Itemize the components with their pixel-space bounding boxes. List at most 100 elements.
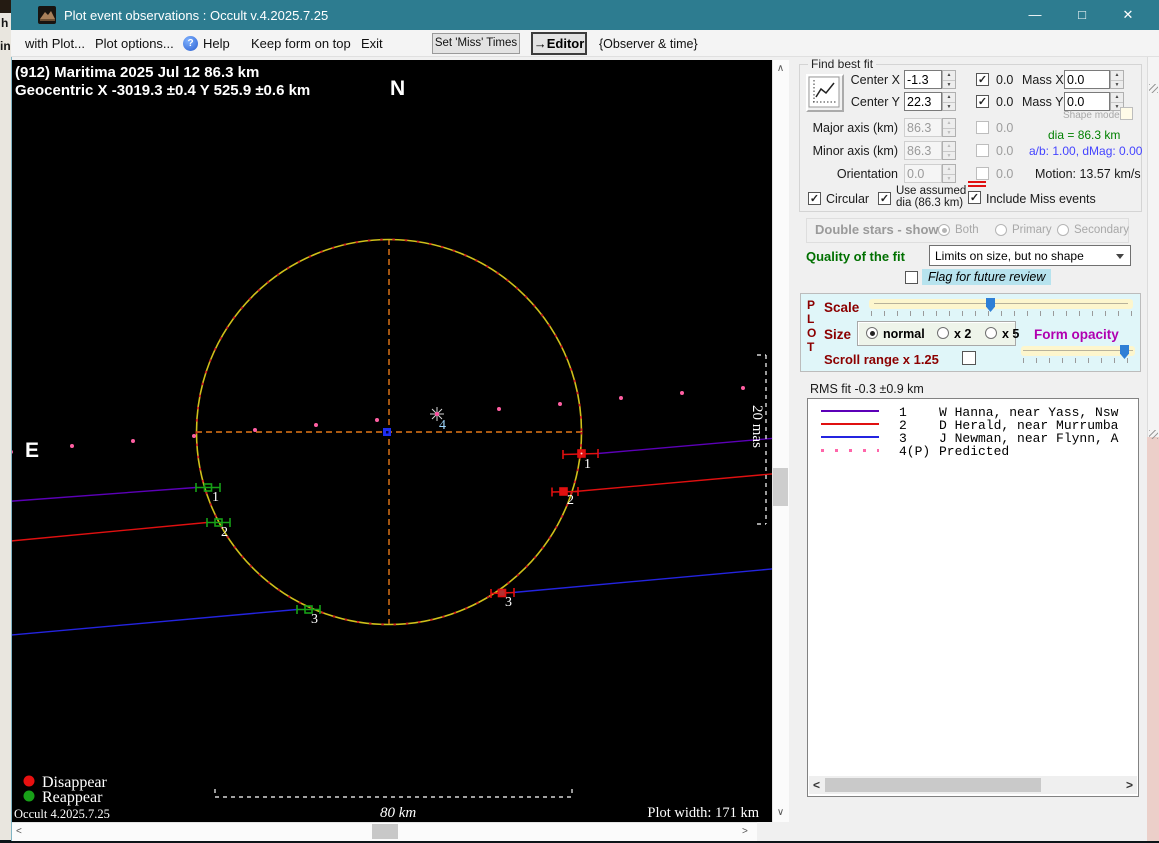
center-y-input[interactable] — [904, 92, 942, 111]
axis-ratio-value: a/b: 1.00, dMag: 0.00 — [1029, 144, 1143, 158]
menu-plot-options[interactable]: Plot options... — [95, 36, 174, 54]
double-both-radio[interactable] — [938, 224, 950, 236]
disappear-dot-icon — [23, 775, 35, 787]
km-scale-label: 80 km — [380, 805, 416, 821]
run-fit-button[interactable] — [806, 74, 844, 112]
size-x2-label: x 2 — [954, 327, 972, 341]
shape-model-checkbox[interactable] — [1120, 107, 1133, 120]
scroll-left-icon[interactable]: < — [16, 826, 22, 837]
double-primary-label: Primary — [1012, 224, 1052, 236]
close-button[interactable]: ✕ — [1107, 0, 1149, 30]
plot-header-line2: Geocentric X -3019.3 ±0.4 Y 525.9 ±0.6 k… — [15, 82, 310, 99]
minor-axis-input[interactable] — [904, 141, 942, 160]
orientation-lock-value: 0.0 — [996, 167, 1014, 181]
menu-with-plot[interactable]: with Plot... — [25, 36, 85, 54]
chord2-line-sample — [821, 423, 879, 425]
north-label: N — [390, 77, 405, 100]
circular-checkbox[interactable] — [808, 192, 821, 205]
orientation-lock-checkbox[interactable] — [976, 167, 989, 180]
panel-edge-scrollbar-lower[interactable] — [1147, 437, 1159, 841]
double-secondary-label: Secondary — [1074, 224, 1129, 236]
observer-row[interactable]: 4(P) Predicted — [808, 444, 1138, 459]
plot-letter-l: L — [807, 312, 815, 326]
plot-vertical-scrollbar[interactable] — [772, 60, 789, 822]
size-x5-label: x 5 — [1002, 327, 1020, 341]
menu-keep-on-top[interactable]: Keep form on top — [251, 36, 351, 54]
occultation-plot-canvas[interactable]: 4 1 1 2 2 3 3 (912) Maritima 2025 Jul 12… — [0, 60, 778, 822]
background-text-fragment: in — [0, 39, 11, 53]
size-normal-radio[interactable] — [866, 327, 878, 339]
mass-y-input[interactable] — [1064, 92, 1110, 111]
scroll-range-label: Scroll range x 1.25 — [824, 352, 939, 367]
center-x-lock-checkbox[interactable] — [976, 73, 989, 86]
flag-review-label: Flag for future review — [922, 269, 1052, 285]
observer-row[interactable]: 1 W Hanna, near Yass, Nsw — [808, 405, 1138, 420]
chord3-line-sample — [821, 436, 879, 438]
scale-slider[interactable] — [869, 298, 1135, 317]
chord4-label: 4 — [439, 418, 446, 433]
listbox-scroll-right-icon[interactable]: > — [1126, 776, 1133, 794]
minor-axis-lock-value: 0.0 — [996, 144, 1014, 158]
help-icon[interactable]: ? — [183, 36, 198, 51]
size-x5-radio[interactable] — [985, 327, 997, 339]
minimize-button[interactable]: — — [1014, 0, 1056, 30]
svg-text:2: 2 — [221, 525, 228, 540]
center-y-lock-checkbox[interactable] — [976, 95, 989, 108]
observer-name: Predicted — [939, 444, 1010, 459]
mass-x-spinner[interactable]: ▲ ▼ — [1110, 70, 1124, 89]
center-marker — [383, 428, 391, 436]
plot-vscroll-thumb[interactable] — [773, 468, 788, 506]
quality-dropdown[interactable]: Limits on size, but no shape — [929, 245, 1131, 266]
editor-button[interactable]: →Editor — [531, 32, 587, 55]
form-opacity-slider[interactable] — [1021, 345, 1137, 364]
plot-header-line1: (912) Maritima 2025 Jul 12 86.3 km — [15, 64, 259, 81]
svg-text:3: 3 — [505, 595, 512, 610]
double-primary-radio[interactable] — [995, 224, 1007, 236]
menu-help[interactable]: Help — [203, 36, 230, 54]
plot-letter-p: P — [807, 298, 816, 312]
mass-x-input[interactable] — [1064, 70, 1110, 89]
major-axis-lock-checkbox[interactable] — [976, 121, 989, 134]
observer-row[interactable]: 3 J Newman, near Flynn, A — [808, 431, 1138, 446]
observer-row[interactable]: 2 D Herald, near Murrumba — [808, 418, 1138, 433]
minor-axis-lock-checkbox[interactable] — [976, 144, 989, 157]
plot-hscroll-thumb[interactable] — [372, 824, 398, 839]
orientation-input[interactable] — [904, 164, 942, 183]
center-x-input[interactable] — [904, 70, 942, 89]
minor-axis-spinner: ▲ ▼ — [942, 141, 956, 160]
maximize-button[interactable]: □ — [1061, 0, 1103, 30]
double-stars-label: Double stars - show — [815, 222, 939, 237]
set-miss-times-button[interactable]: Set 'Miss' Times — [432, 33, 520, 54]
flag-review-checkbox[interactable] — [905, 271, 918, 284]
major-axis-spinner: ▲ ▼ — [942, 118, 956, 137]
use-assumed-label: Use assumed dia (86.3 km) — [896, 185, 967, 209]
form-opacity-label: Form opacity — [1034, 327, 1119, 342]
center-x-lock-value: 0.0 — [996, 73, 1014, 87]
major-axis-input[interactable] — [904, 118, 942, 137]
orientation-spinner: ▲ ▼ — [942, 164, 956, 183]
listbox-scroll-left-icon[interactable]: < — [813, 776, 820, 794]
observer-listbox[interactable]: 1 W Hanna, near Yass, Nsw 2 D Herald, ne… — [807, 398, 1139, 797]
reappear-dot-icon — [23, 790, 35, 802]
splitter-grip-icon[interactable] — [1149, 84, 1158, 93]
form-opacity-slider-thumb[interactable] — [1120, 345, 1129, 359]
double-secondary-radio[interactable] — [1057, 224, 1069, 236]
center-x-label: Center X — [850, 73, 900, 87]
center-y-spinner[interactable]: ▲ ▼ — [942, 92, 956, 111]
splitter-grip-icon[interactable] — [1149, 430, 1158, 439]
use-assumed-checkbox[interactable] — [878, 192, 891, 205]
scroll-range-checkbox[interactable] — [962, 351, 976, 365]
scroll-up-icon[interactable]: ∧ — [772, 63, 789, 74]
listbox-hscroll-thumb[interactable] — [825, 778, 1041, 792]
scale-slider-thumb[interactable] — [986, 298, 995, 312]
center-x-spinner[interactable]: ▲ ▼ — [942, 70, 956, 89]
svg-text:1: 1 — [212, 490, 219, 505]
size-x2-radio[interactable] — [937, 327, 949, 339]
double-both-label: Both — [955, 224, 979, 236]
plot-letter-o: O — [807, 326, 817, 340]
scroll-down-icon[interactable]: ∨ — [772, 807, 789, 818]
window-title: Plot event observations : Occult v.4.202… — [64, 8, 329, 23]
menu-exit[interactable]: Exit — [361, 36, 383, 54]
include-miss-checkbox[interactable] — [968, 191, 981, 204]
scroll-right-icon[interactable]: > — [742, 826, 748, 837]
